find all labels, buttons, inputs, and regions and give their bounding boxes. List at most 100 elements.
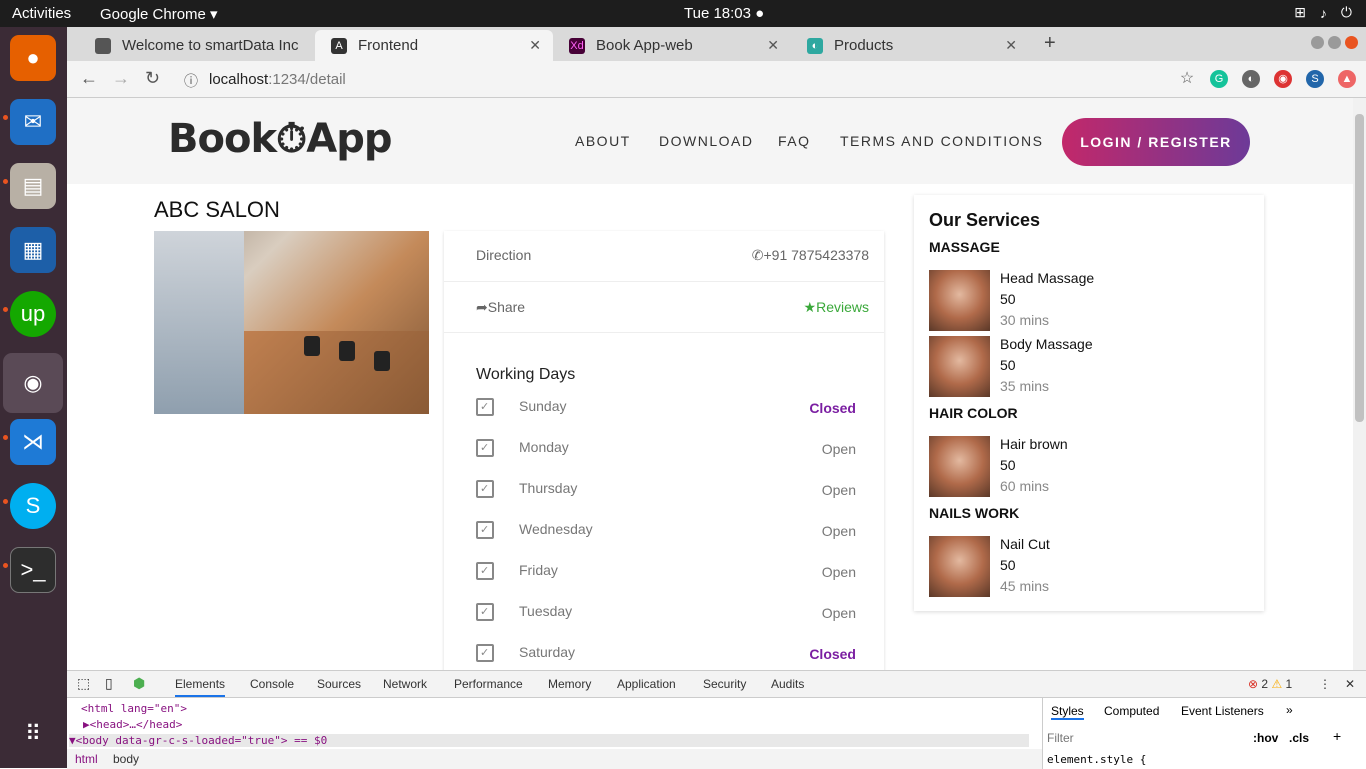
files-icon[interactable]: ▤ — [10, 163, 56, 209]
app-menu[interactable]: Google Chrome ▾ — [100, 5, 218, 23]
power-icon[interactable]: ⏻ — [1341, 4, 1352, 21]
photo-chair — [374, 351, 390, 371]
system-tray[interactable]: ⊞ ♪ ⏻ — [1294, 4, 1352, 21]
page-scrollbar[interactable] — [1353, 98, 1366, 670]
nav-terms[interactable]: TERMS AND CONDITIONS — [840, 133, 1043, 149]
activities-button[interactable]: Activities — [12, 5, 71, 22]
warning-icon: ⚠ — [1271, 677, 1283, 691]
filter-input[interactable] — [1047, 729, 1241, 747]
favicon-icon — [95, 38, 111, 54]
tab-welcome[interactable]: Welcome to smartData Inc — [79, 30, 315, 61]
tab-elements[interactable]: Elements — [175, 677, 226, 697]
close-tab-icon[interactable]: ✕ — [529, 37, 541, 54]
vscode-icon[interactable]: ⋊ — [10, 419, 56, 465]
login-register-button[interactable]: LOGIN / REGISTER — [1062, 118, 1250, 166]
error-count[interactable]: ⊗ 2 ⚠ 1 — [1248, 677, 1292, 691]
firefox-icon[interactable]: ● — [10, 35, 56, 81]
more-options-icon[interactable]: ⋮ — [1319, 677, 1331, 691]
phone-icon: ✆ — [751, 247, 764, 263]
tab-book-app[interactable]: Xd Book App-web ✕ — [553, 30, 791, 61]
running-indicator — [3, 499, 8, 504]
phone-link[interactable]: ✆+91 7875423378 — [752, 247, 869, 264]
code-line-head[interactable]: ▶<head>…</head> — [83, 718, 182, 731]
volume-icon[interactable]: ♪ — [1320, 5, 1327, 21]
forward-icon[interactable]: → — [112, 68, 130, 89]
extension-icon[interactable]: ⬢ — [133, 675, 145, 692]
tab-computed[interactable]: Computed — [1104, 704, 1159, 718]
service-item[interactable]: Body Massage 50 35 mins — [929, 336, 1249, 398]
new-extension-icon[interactable]: ◉ — [1274, 70, 1292, 88]
maximize-button[interactable] — [1328, 36, 1341, 49]
hov-toggle[interactable]: :hov — [1253, 731, 1278, 745]
extension-icon[interactable]: ◐ — [1242, 70, 1260, 88]
service-item[interactable]: Head Massage 50 30 mins — [929, 270, 1249, 332]
info-icon[interactable]: ⓘ — [184, 71, 198, 91]
day-name: Thursday — [519, 480, 578, 496]
code-line-html[interactable]: <html lang="en"> — [81, 702, 187, 715]
share-button[interactable]: ➦Share — [476, 299, 525, 316]
close-window-button[interactable] — [1345, 36, 1358, 49]
writer-icon[interactable]: ▦ — [10, 227, 56, 273]
terminal-icon[interactable]: >_ — [10, 547, 56, 593]
upwork-icon[interactable]: up — [10, 291, 56, 337]
more-tabs-icon[interactable]: » — [1286, 703, 1293, 717]
tab-sources[interactable]: Sources — [317, 677, 361, 691]
calendar-icon — [476, 480, 494, 498]
service-duration: 35 mins — [1000, 378, 1050, 394]
url-field[interactable]: localhost:1234/detail — [209, 71, 346, 88]
thunderbird-icon[interactable]: ✉ — [10, 99, 56, 145]
tab-event-listeners[interactable]: Event Listeners — [1181, 704, 1264, 718]
tab-application[interactable]: Application — [617, 677, 676, 691]
service-item[interactable]: Hair brown 50 60 mins — [929, 436, 1249, 498]
tab-security[interactable]: Security — [703, 677, 746, 691]
crumb-html[interactable]: html — [75, 752, 98, 766]
nav-faq[interactable]: FAQ — [778, 133, 811, 149]
calendar-icon — [476, 398, 494, 416]
grammarly-icon[interactable]: G — [1210, 70, 1228, 88]
cls-toggle[interactable]: .cls — [1289, 731, 1309, 745]
chrome-icon[interactable]: ◉ — [3, 353, 63, 413]
scrollbar-thumb[interactable] — [1355, 114, 1364, 422]
nav-about[interactable]: ABOUT — [575, 133, 631, 149]
reviews-button[interactable]: ★Reviews — [804, 299, 869, 316]
minimize-button[interactable] — [1311, 36, 1324, 49]
nav-download[interactable]: DOWNLOAD — [659, 133, 753, 149]
service-thumbnail — [929, 270, 990, 331]
direction-link[interactable]: Direction — [476, 247, 531, 263]
site-logo[interactable]: Book⏱App — [168, 116, 392, 162]
day-name: Sunday — [519, 398, 567, 414]
crumb-body[interactable]: body — [113, 752, 139, 766]
back-icon[interactable]: ← — [80, 68, 98, 89]
new-tab-icon[interactable]: + — [1044, 32, 1056, 55]
breadcrumb: html body — [67, 749, 1042, 769]
element-style-rule[interactable]: element.style { — [1047, 753, 1146, 766]
working-days-title: Working Days — [476, 366, 576, 383]
update-icon[interactable]: ▲ — [1338, 70, 1356, 88]
tab-audits[interactable]: Audits — [771, 677, 804, 691]
tab-products[interactable]: ◐ Products ✕ — [791, 30, 1029, 61]
inspect-icon[interactable]: ⬚ — [77, 675, 90, 692]
profile-avatar[interactable]: S — [1306, 70, 1324, 88]
tab-network[interactable]: Network — [383, 677, 427, 691]
tab-performance[interactable]: Performance — [454, 677, 523, 691]
tab-console[interactable]: Console — [250, 677, 294, 691]
tab-styles[interactable]: Styles — [1051, 704, 1084, 720]
tab-frontend[interactable]: A Frontend ✕ — [315, 30, 553, 61]
category-massage: MASSAGE — [929, 239, 1000, 255]
add-rule-icon[interactable]: + — [1333, 728, 1341, 744]
service-item[interactable]: Nail Cut 50 45 mins — [929, 536, 1249, 598]
network-icon[interactable]: ⊞ — [1294, 4, 1306, 21]
close-tab-icon[interactable]: ✕ — [767, 37, 779, 54]
show-apps-icon[interactable]: ⠿ — [10, 711, 56, 757]
close-tab-icon[interactable]: ✕ — [1005, 37, 1017, 54]
tab-memory[interactable]: Memory — [548, 677, 591, 691]
day-name: Saturday — [519, 644, 576, 660]
clock[interactable]: Tue 18:03 ● — [684, 5, 764, 22]
service-thumbnail — [929, 336, 990, 397]
code-line-body[interactable]: ▼<body data-gr-c-s-loaded="true"> == $0 — [69, 734, 1029, 747]
reload-icon[interactable]: ↻ — [145, 68, 160, 89]
close-devtools-icon[interactable]: ✕ — [1345, 677, 1355, 691]
bookmark-star-icon[interactable]: ☆ — [1178, 70, 1196, 88]
skype-icon[interactable]: S — [10, 483, 56, 529]
device-toggle-icon[interactable]: ▯ — [105, 675, 113, 692]
